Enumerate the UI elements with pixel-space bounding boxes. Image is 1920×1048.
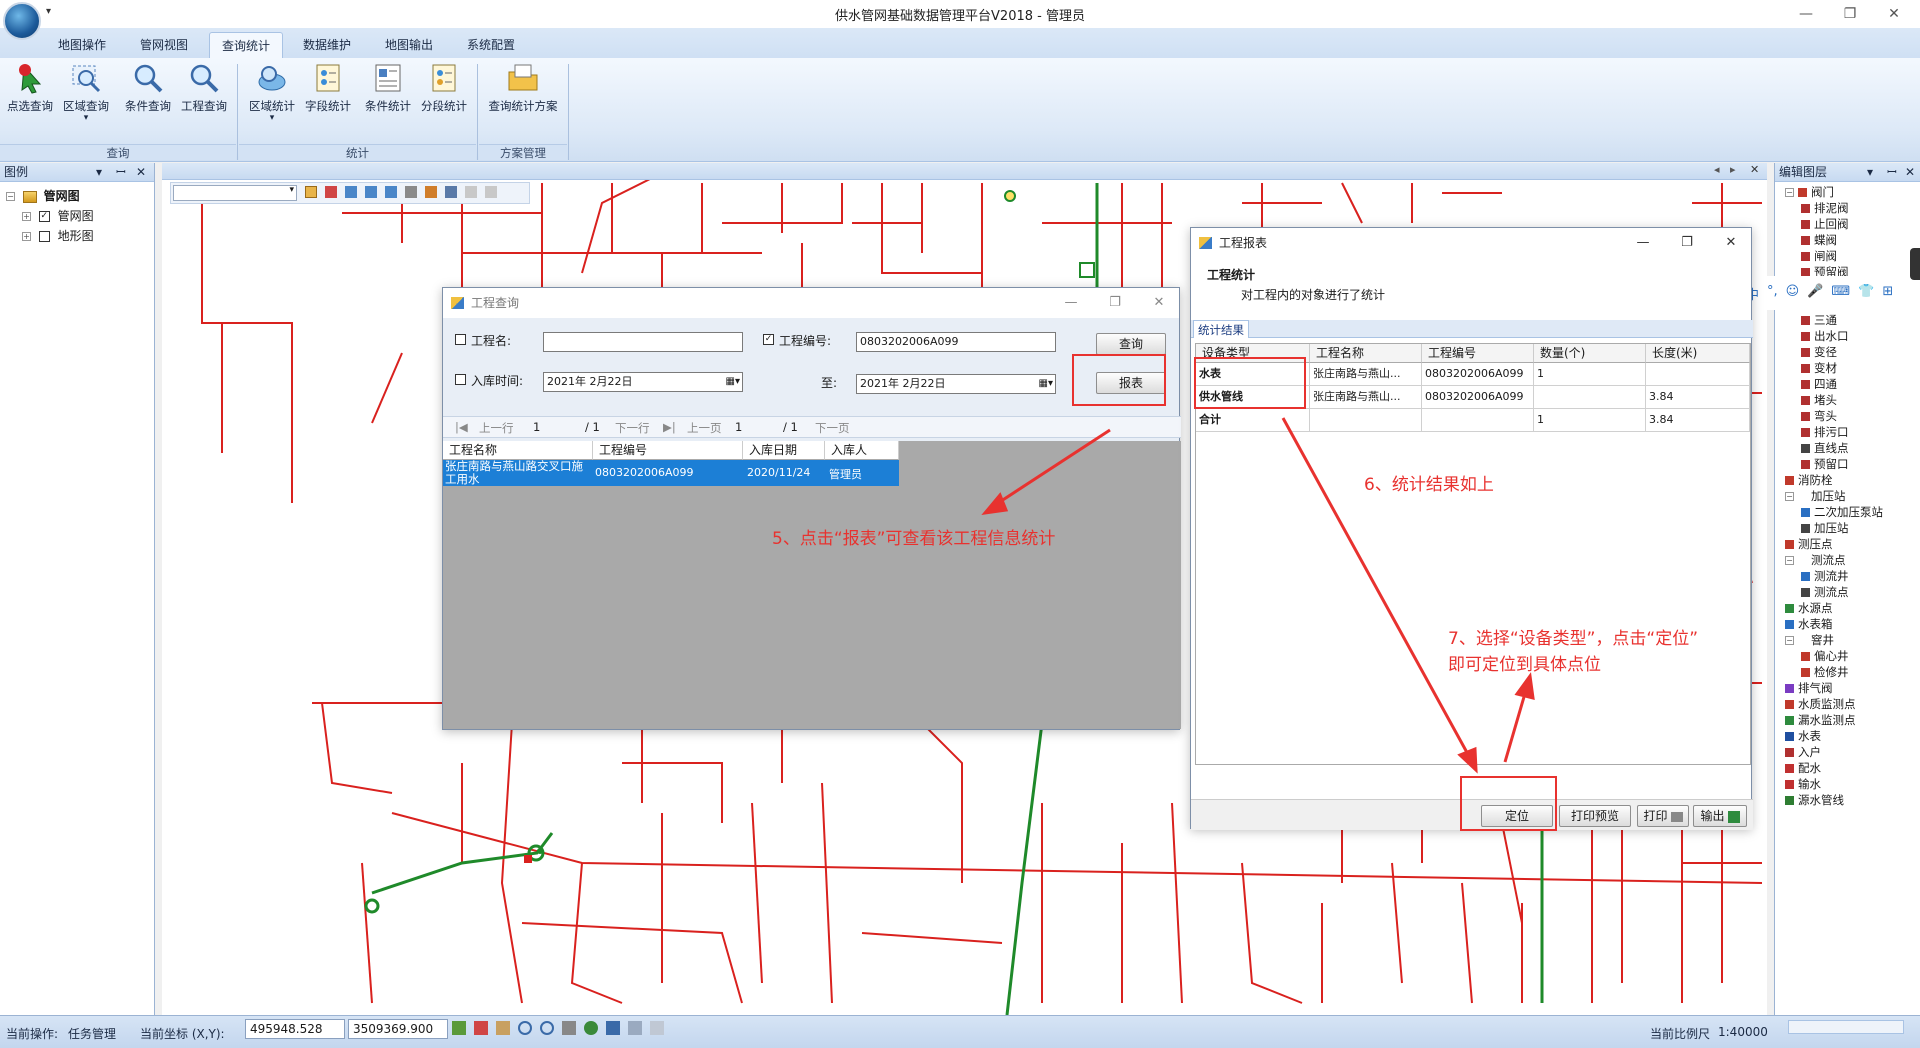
annotation-step6: 6、统计结果如上 [1364, 475, 1494, 495]
zoom-in-icon[interactable] [518, 1021, 532, 1035]
nav-tool-icons [452, 1021, 664, 1035]
full-extent-icon[interactable] [452, 1021, 466, 1035]
annotation-step7-line1: 7、选择“设备类型”，点击“定位” [1448, 629, 1699, 649]
scale-label: 当前比例尺 [1650, 1027, 1711, 1041]
pan-icon[interactable] [496, 1021, 510, 1035]
app-logo-icon[interactable] [3, 2, 41, 40]
current-operation-value: 任务管理 [68, 1027, 117, 1041]
scale-value: 1:40000 [1718, 1025, 1768, 1039]
scale-slider[interactable] [1788, 1020, 1904, 1034]
zoom-out-icon[interactable] [540, 1021, 554, 1035]
coordinate-label: 当前坐标 (X,Y): [140, 1027, 225, 1041]
forward-arrow-icon[interactable] [628, 1021, 642, 1035]
current-operation-label: 当前操作: [6, 1027, 59, 1041]
identify-icon[interactable] [474, 1021, 488, 1035]
annotation-step5: 5、点击“报表”可查看该工程信息统计 [772, 529, 1056, 549]
annotation-step7-line2: 即可定位到具体点位 [1448, 655, 1601, 675]
y-coordinate: 3509369.900 [348, 1019, 448, 1039]
x-coordinate: 495948.528 [245, 1019, 345, 1039]
measure-icon[interactable] [562, 1021, 576, 1035]
globe-icon[interactable] [584, 1021, 598, 1035]
status-bar: 当前操作: 任务管理 当前坐标 (X,Y): 495948.528 350936… [0, 1015, 1920, 1048]
refresh-icon[interactable] [650, 1021, 664, 1035]
back-arrow-icon[interactable] [606, 1021, 620, 1035]
